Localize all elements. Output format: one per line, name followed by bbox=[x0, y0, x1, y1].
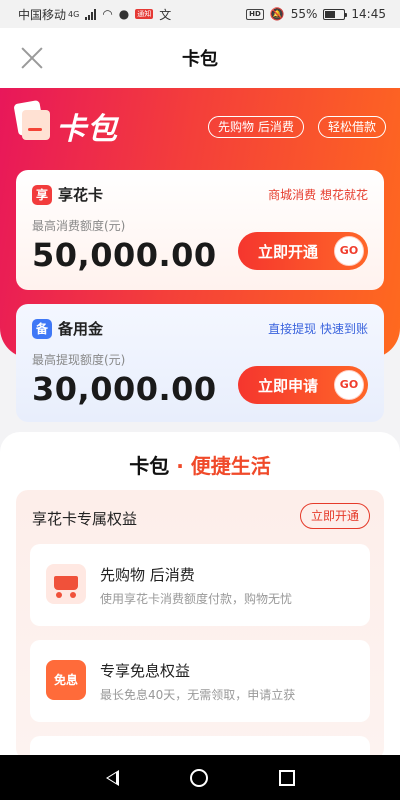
card-beiyongjin[interactable]: 备 备用金 直接提现 快速到账 最高提现额度(元) 30,000.00 立即申请… bbox=[16, 304, 384, 422]
network-label: 4G bbox=[68, 9, 80, 19]
section-title-dot: · bbox=[176, 454, 184, 478]
battery-icon bbox=[323, 8, 348, 20]
hd-icon: HD bbox=[246, 8, 264, 20]
card-name: 享花卡 bbox=[58, 186, 104, 204]
tag-easy-loan: 轻松借款 bbox=[318, 116, 387, 138]
apply-now-button[interactable]: 立即申请 GO bbox=[238, 366, 368, 404]
close-icon[interactable] bbox=[20, 46, 44, 70]
card-slogan: 直接提现 快速到账 bbox=[268, 322, 368, 336]
xianghua-icon: 享 bbox=[32, 184, 52, 205]
wallet-icon bbox=[13, 99, 50, 140]
benefit-title: 先购物 后消费 bbox=[100, 566, 195, 584]
section-title-main: 卡包 bbox=[129, 454, 170, 478]
card-slogan: 商城消费 想花就花 bbox=[268, 188, 368, 202]
benefit-item-interest-free[interactable]: 免息 专享免息权益 最长免息40天，无需领取，申请立获 bbox=[30, 640, 370, 722]
go-icon: GO bbox=[334, 236, 364, 266]
app-icon: 文 bbox=[159, 7, 172, 22]
card-xianghua[interactable]: 享 享花卡 商城消费 想花就花 最高消费额度(元) 50,000.00 立即开通… bbox=[16, 170, 384, 290]
clock: 14:45 bbox=[351, 7, 386, 21]
status-bar: 中国移动 4G ◠ ● 通知 文 HD 🔕 55% 14:45 bbox=[0, 0, 400, 28]
system-nav-bar bbox=[0, 755, 400, 800]
section-title-accent: 便捷生活 bbox=[190, 454, 271, 478]
home-icon[interactable] bbox=[189, 768, 208, 787]
section-title: 卡包 · 便捷生活 bbox=[0, 450, 400, 479]
page-title: 卡包 bbox=[182, 49, 218, 70]
benefit-title: 专享免息权益 bbox=[100, 662, 191, 680]
interest-free-icon: 免息 bbox=[46, 660, 86, 700]
battery-percent: 55% bbox=[290, 7, 318, 21]
button-label: 立即开通 bbox=[258, 242, 319, 261]
hero-logo: 卡包 bbox=[56, 112, 118, 147]
nav-bar: 卡包 bbox=[0, 28, 400, 88]
beiyongjin-icon: 备 bbox=[32, 318, 52, 339]
button-label: 立即申请 bbox=[258, 376, 319, 395]
recent-apps-icon[interactable] bbox=[278, 769, 295, 786]
carrier-label: 中国移动 bbox=[18, 7, 67, 22]
mute-icon: 🔕 bbox=[269, 7, 285, 21]
open-now-button[interactable]: 立即开通 GO bbox=[238, 232, 368, 270]
wechat-icon: ● bbox=[118, 7, 130, 21]
benefit-item-shopping[interactable]: 先购物 后消费 使用享花卡消费额度付款，购物无忧 bbox=[30, 544, 370, 626]
benefits-title: 享花卡专属权益 bbox=[32, 510, 138, 528]
shopping-cart-icon bbox=[46, 564, 86, 604]
benefit-desc: 最长免息40天，无需领取，申请立获 bbox=[100, 688, 296, 702]
benefits-open-button[interactable]: 立即开通 bbox=[300, 503, 370, 529]
back-icon[interactable] bbox=[105, 769, 119, 786]
tag-shop-first: 先购物 后消费 bbox=[208, 116, 304, 138]
notification-badge: 通知 bbox=[135, 9, 154, 19]
wifi-icon: ◠ bbox=[102, 7, 113, 21]
go-icon: GO bbox=[334, 370, 364, 400]
card-name: 备用金 bbox=[58, 320, 104, 338]
signal-icon bbox=[85, 8, 97, 20]
benefit-desc: 使用享花卡消费额度付款，购物无忧 bbox=[100, 592, 293, 606]
